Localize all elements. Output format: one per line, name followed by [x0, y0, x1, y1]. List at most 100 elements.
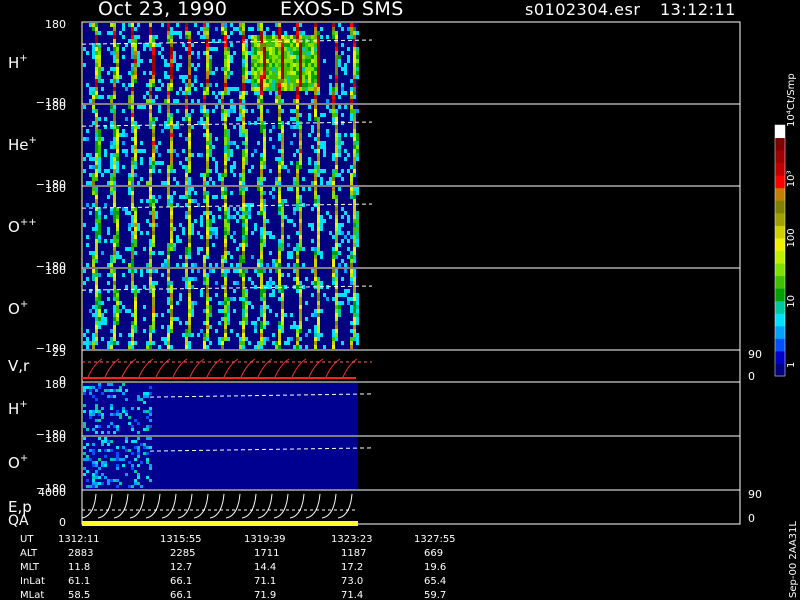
heatmap-cell [287, 341, 290, 345]
heatmap-cell [335, 337, 338, 341]
heatmap-cell [242, 337, 245, 341]
heatmap-cell [152, 133, 155, 137]
heatmap-cell [101, 473, 104, 476]
heatmap-cell [278, 161, 281, 165]
heatmap-cell [245, 293, 248, 297]
heatmap-cell [122, 47, 125, 51]
heatmap-cell [188, 231, 191, 235]
heatmap-cell [95, 301, 98, 305]
heatmap-cell [314, 83, 317, 87]
colorbar-segment [775, 325, 785, 339]
heatmap-cell [224, 59, 227, 63]
heatmap-cell [167, 243, 170, 247]
heatmap-cell [146, 91, 149, 95]
heatmap-cell [113, 285, 116, 289]
heatmap-cell [353, 215, 356, 219]
heatmap-cell [179, 35, 182, 39]
heatmap-cell [182, 277, 185, 281]
heatmap-cell [125, 117, 128, 121]
heatmap-cell [353, 137, 356, 141]
heatmap-cell [170, 231, 173, 235]
heatmap-cell [227, 227, 230, 231]
heatmap-cell [260, 243, 263, 247]
heatmap-cell [161, 55, 164, 59]
heatmap-cell [248, 203, 251, 207]
heatmap-cell [263, 71, 266, 75]
heatmap-cell [272, 47, 275, 51]
heatmap-cell [134, 121, 137, 125]
y-tick-top: 4000 [38, 486, 66, 499]
heatmap-cell [335, 67, 338, 71]
heatmap-cell [131, 55, 134, 59]
heatmap-cell [122, 273, 125, 277]
heatmap-cell [224, 71, 227, 75]
heatmap-cell [296, 345, 299, 349]
heatmap-cell [320, 215, 323, 219]
heatmap-cell [290, 71, 293, 75]
heatmap-cell [242, 227, 245, 231]
heatmap-cell [281, 215, 284, 219]
heatmap-cell [95, 337, 98, 341]
heatmap-cell [152, 341, 155, 345]
heatmap-cell [113, 169, 116, 173]
footer-value: 65.4 [424, 576, 446, 587]
heatmap-cell [98, 309, 101, 313]
heatmap-cell [182, 165, 185, 169]
panel-label: O+ [8, 299, 28, 318]
colorbar-segment [775, 137, 785, 151]
heatmap-cell [113, 129, 116, 133]
colorbar-segment [775, 212, 785, 226]
heatmap-cell [254, 321, 257, 325]
heatmap-cell [116, 235, 119, 239]
heatmap-cell [215, 105, 218, 109]
heatmap-cell [206, 239, 209, 243]
heatmap-cell [146, 476, 149, 479]
heatmap-cell [242, 313, 245, 317]
heatmap-cell [263, 43, 266, 47]
colorbar-segment [775, 187, 785, 201]
heatmap-cell [245, 129, 248, 133]
heatmap-cell [134, 223, 137, 227]
heatmap-cell [308, 55, 311, 59]
heatmap-cell [221, 341, 224, 345]
heatmap-cell [299, 211, 302, 215]
heatmap-cell [350, 329, 353, 333]
heatmap-cell [314, 43, 317, 47]
heatmap-cell [266, 71, 269, 75]
heatmap-cell [281, 227, 284, 231]
heatmap-cell [134, 325, 137, 329]
heatmap-cell [329, 91, 332, 95]
heatmap-cell [323, 59, 326, 63]
heatmap-cell [305, 59, 308, 63]
heatmap-cell [149, 223, 152, 227]
heatmap-cell [296, 173, 299, 177]
heatmap-cell [224, 187, 227, 191]
heatmap-cell [242, 281, 245, 285]
heatmap-cell [149, 211, 152, 215]
heatmap-cell [335, 223, 338, 227]
heatmap-cell [281, 109, 284, 113]
heatmap-cell [242, 91, 245, 95]
heatmap-cell [323, 293, 326, 297]
heatmap-cell [89, 449, 92, 452]
heatmap-cell [92, 479, 95, 482]
heatmap-cell [290, 83, 293, 87]
heatmap-cell [107, 273, 110, 277]
heatmap-cell [167, 345, 170, 349]
heatmap-cell [194, 23, 197, 27]
heatmap-cell [95, 461, 98, 464]
heatmap-cell [308, 161, 311, 165]
heatmap-cell [203, 269, 206, 273]
heatmap-cell [206, 325, 209, 329]
heatmap-cell [152, 157, 155, 161]
heatmap-cell [137, 398, 140, 401]
heatmap-cell [242, 121, 245, 125]
heatmap-cell [206, 75, 209, 79]
heatmap-cell [299, 243, 302, 247]
heatmap-cell [89, 392, 92, 395]
heatmap-cell [308, 133, 311, 137]
heatmap-cell [149, 177, 152, 181]
heatmap-cell [116, 305, 119, 309]
heatmap-cell [344, 91, 347, 95]
heatmap-cell [335, 219, 338, 223]
